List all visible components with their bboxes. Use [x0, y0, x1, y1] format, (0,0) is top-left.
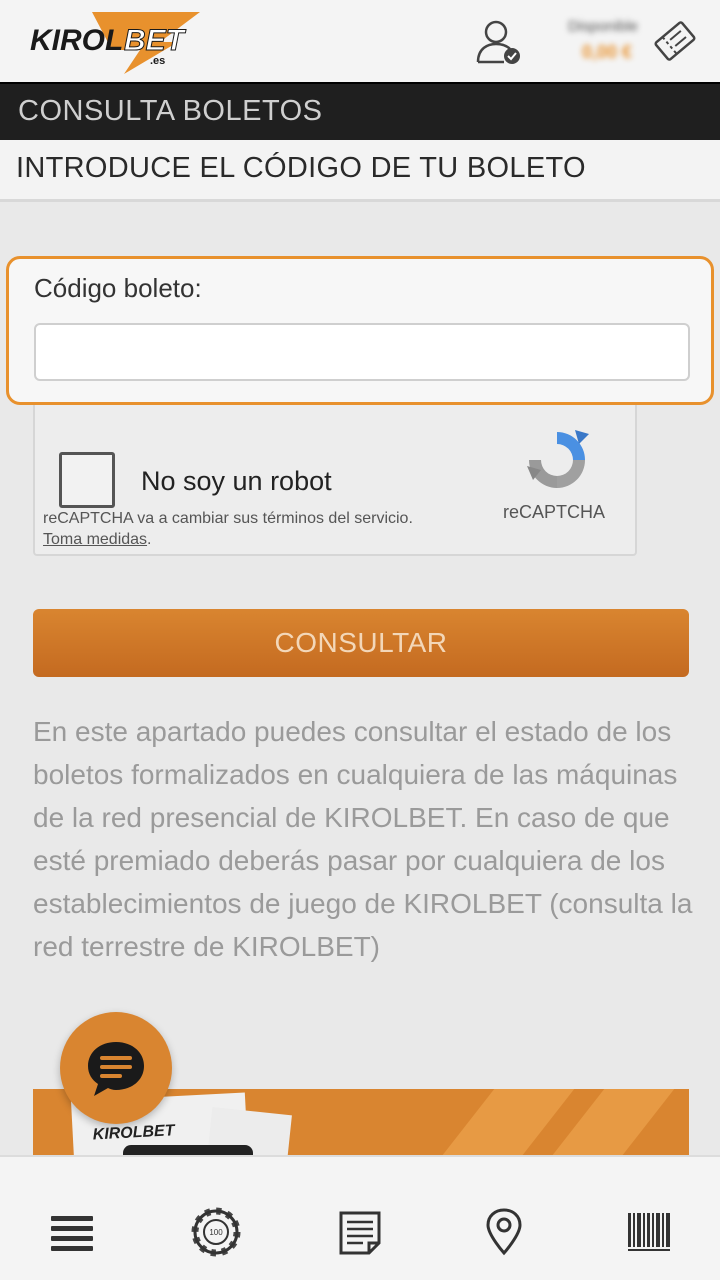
recaptcha-logo-icon [523, 426, 591, 494]
kirolbet-logo[interactable]: KIROL BET .es [28, 8, 204, 74]
ticket-code-card: Código boleto: [6, 256, 714, 405]
casino-chip-icon[interactable]: 100 [191, 1207, 241, 1257]
location-pin-icon[interactable] [479, 1207, 529, 1257]
recaptcha-widget: No soy un robot reCAPTCHA va a cambiar s… [33, 400, 637, 556]
chat-bubble-icon [88, 1042, 144, 1096]
barcode-icon[interactable] [624, 1207, 674, 1257]
consultar-button[interactable]: CONSULTAR [33, 609, 689, 677]
betslip-icon[interactable] [335, 1207, 385, 1257]
account-balance[interactable]: Disponible 0,00 € [534, 18, 638, 64]
bottom-navigation: 100 [0, 1155, 720, 1280]
section-title-bar: CONSULTA BOLETOS [0, 82, 720, 140]
svg-text:KIROL: KIROL [30, 24, 123, 57]
subtitle: INTRODUCE EL CÓDIGO DE TU BOLETO [16, 152, 586, 184]
ticket-icon[interactable] [650, 16, 700, 66]
description-text: En este apartado puedes consultar el est… [33, 716, 693, 962]
recaptcha-brand: reCAPTCHA [503, 502, 606, 522]
chat-button[interactable] [60, 1012, 172, 1124]
section-title: CONSULTA BOLETOS [18, 95, 323, 127]
banner-card-logo: KIROLBET [92, 1122, 175, 1144]
subtitle-bar: INTRODUCE EL CÓDIGO DE TU BOLETO [0, 140, 720, 202]
menu-icon[interactable] [47, 1207, 97, 1257]
svg-text:100: 100 [209, 1228, 223, 1237]
app-header: KIROL BET .es Disponible 0,00 € [0, 0, 720, 82]
svg-text:BET: BET [124, 24, 187, 57]
recaptcha-terms: reCAPTCHA va a cambiar sus términos del … [43, 510, 413, 548]
recaptcha-label: No soy un robot [141, 466, 332, 496]
recaptcha-terms-text: reCAPTCHA va a cambiar sus términos del … [43, 510, 413, 527]
ticket-code-input[interactable] [34, 323, 690, 381]
balance-label: Disponible [567, 18, 638, 35]
recaptcha-terms-link[interactable]: Toma medidas [43, 531, 147, 548]
recaptcha-checkbox[interactable] [59, 452, 115, 508]
balance-amount: 0,00 € [581, 42, 632, 62]
svg-text:.es: .es [150, 55, 165, 67]
user-verified-icon[interactable] [474, 18, 524, 66]
ticket-code-label: Código boleto: [34, 273, 202, 303]
banner-card [123, 1145, 253, 1155]
